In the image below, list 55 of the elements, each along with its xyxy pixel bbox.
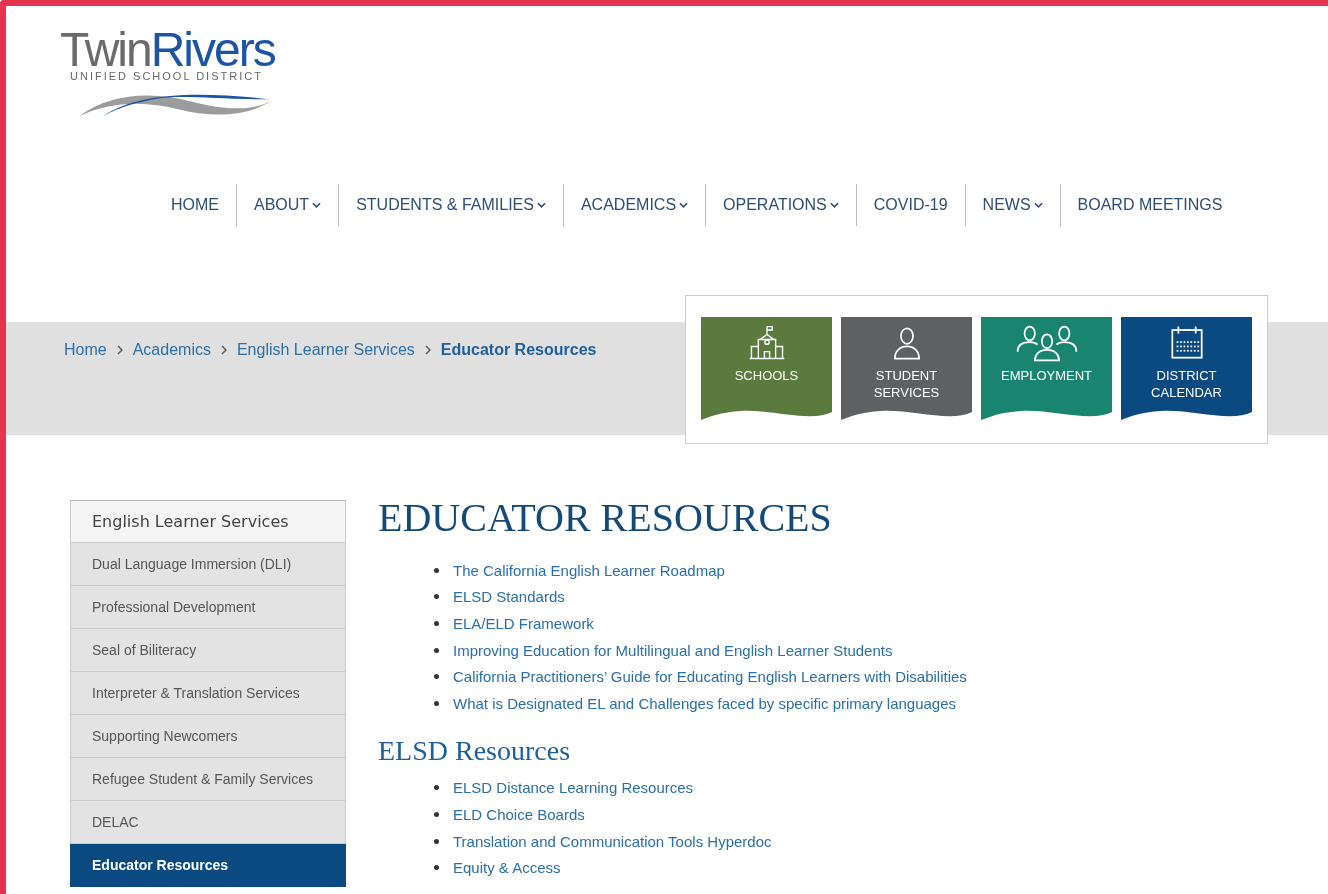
bullet-icon [434,674,439,680]
chevron-icon [116,345,123,355]
logo-wordmark: TwinRivers [60,28,276,72]
chevron-icon [220,345,227,355]
sidebar-item[interactable]: Professional Development [70,586,346,629]
bullet-icon [434,838,439,844]
school-building-icon [747,324,786,362]
caret-icon [829,202,839,208]
district-logo[interactable]: TwinRivers UNIFIED SCHOOL DISTRICT [60,28,292,118]
sidebar-item[interactable]: Interpreter & Translation Services [70,672,346,715]
caret-icon [312,202,322,208]
bullet-icon [434,865,439,871]
caret-icon [679,202,689,208]
bullet-icon [434,621,439,626]
resource-link[interactable]: The California English Learner Roadmap [453,561,725,579]
nav-link[interactable]: BOARD MEETINGS [1060,196,1240,214]
sidebar-item[interactable]: Supporting Newcomers [70,715,346,758]
nav-link[interactable]: ABOUT [237,196,339,214]
nav-link[interactable]: OPERATIONS [706,196,856,214]
bullet-icon [434,647,439,653]
resource-link[interactable]: ELA/ELD Framework [453,615,594,632]
resource-link[interactable]: ELD Choice Boards [453,805,585,823]
resource-link[interactable]: What is Designated EL and Challenges faced by specific primary languages [453,694,957,712]
sidebar-item[interactable]: Educator Resources [70,844,346,887]
bullet-icon [434,700,439,706]
breadcrumb-link[interactable]: Academics [132,341,211,359]
nav-link[interactable]: COVID-19 [856,196,965,214]
resource-link[interactable]: Translation and Communication Tools Hyperdoc [453,832,772,850]
nav-link[interactable]: STUDENTS & FAMILIES [339,196,563,214]
resource-link[interactable]: ELSD Standards [453,588,565,606]
nav-link[interactable]: NEWS [965,196,1060,214]
resource-link[interactable]: California Practitioners’ Guide for Educating English Learners with Disabilities [453,668,967,686]
breadcrumb-link[interactable]: English Learner Services [236,341,415,359]
breadcrumb-link[interactable]: Home [64,341,107,359]
sidebar-item[interactable]: Seal of Biliteracy [70,629,346,672]
chevron-icon [424,345,431,355]
sidebar-item[interactable]: Refugee Student & Family Services [70,758,346,801]
bullet-icon [434,811,439,817]
sidebar-heading: English Learner Services [70,501,346,543]
breadcrumb-link[interactable]: Educator Resources [440,341,597,359]
section-heading: ELSD Resources [378,734,572,767]
sidebar-item[interactable]: Dual Language Immersion (DLI) [70,543,346,586]
sidebar-item[interactable]: DELAC [70,801,346,844]
nav-link[interactable]: HOME [154,196,236,214]
resource-link[interactable]: ELSD Distance Learning Resources [453,779,694,797]
nav-link[interactable]: ACADEMICS [563,196,706,214]
bullet-icon [434,594,439,600]
resource-link[interactable]: Equity & Access [453,859,561,877]
page-title: EDUCATOR RESOURCES [378,494,833,541]
logo-subtitle: UNIFIED SCHOOL DISTRICT [70,70,264,82]
resource-link[interactable]: Improving Education for Multilingual and English Learner Students [453,641,893,659]
bullet-icon [434,785,439,791]
caret-icon [536,202,546,208]
caret-icon [1033,202,1043,208]
bullet-icon [434,567,439,573]
